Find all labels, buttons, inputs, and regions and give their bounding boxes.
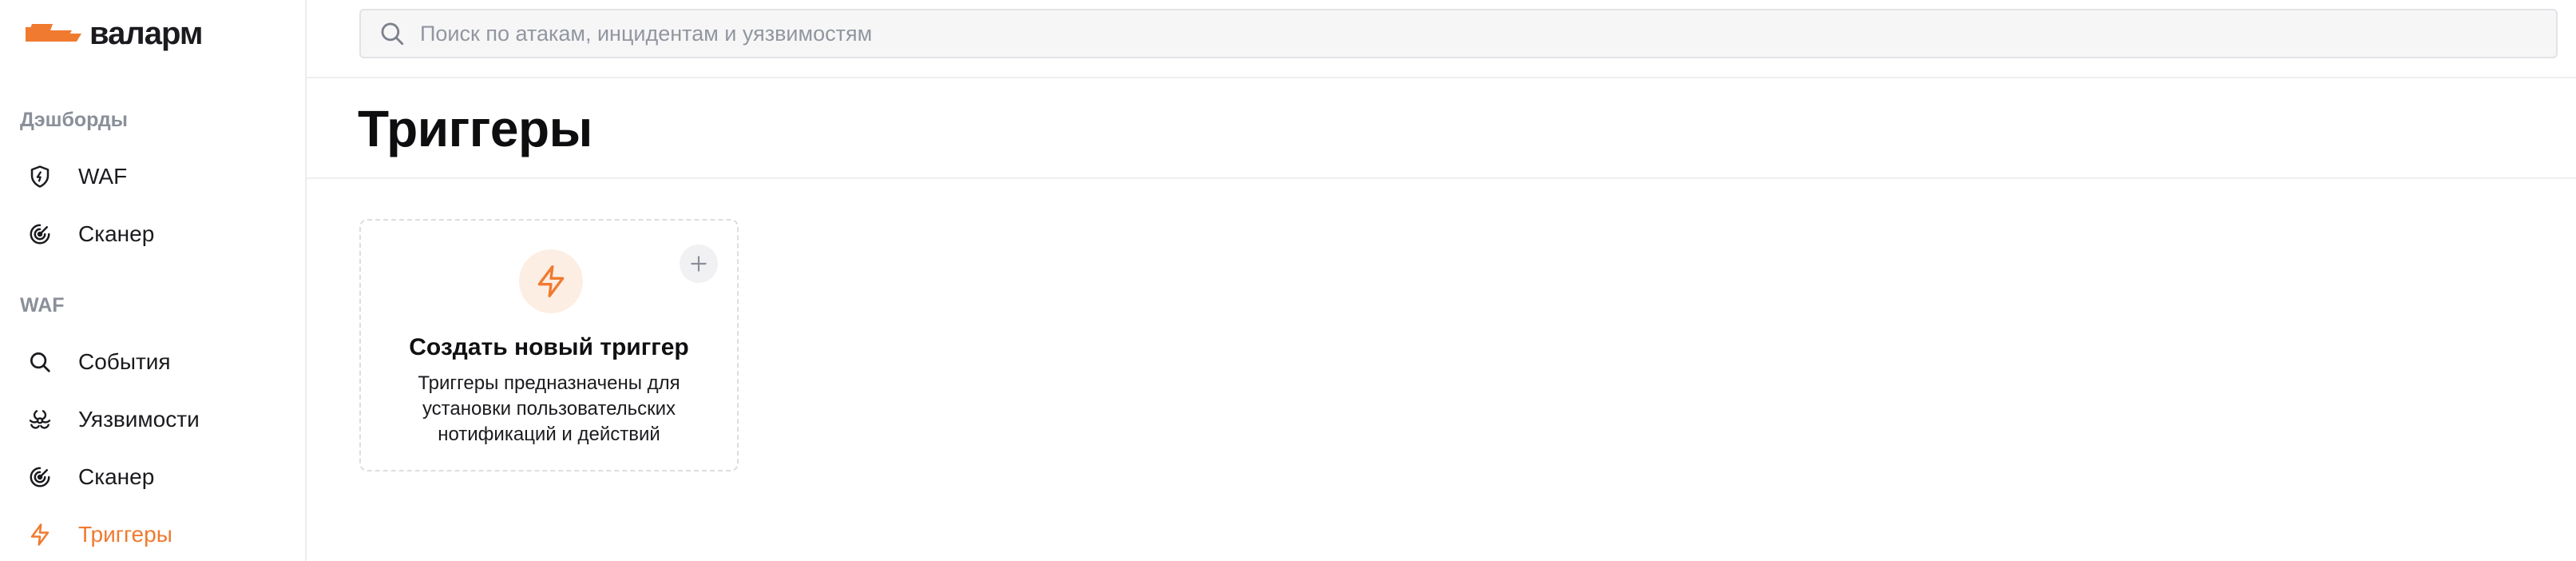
plus-icon [691,256,707,272]
scanner-icon [24,461,56,493]
sidebar-item-label: Сканер [78,221,155,246]
sidebar-item-events[interactable]: События [24,340,287,384]
lightning-icon [537,265,565,297]
sidebar-section-title-waf: WAF [20,294,65,316]
search-icon [381,22,404,46]
title-divider [307,177,2576,179]
sidebar-section-title-dashboards: Дэшборды [20,109,129,131]
sidebar-item-dashboard-scanner[interactable]: Сканер [24,212,287,257]
brand-name: валарм [89,15,203,51]
create-trigger-card[interactable]: Создать новый триггер Триггеры предназна… [359,219,739,471]
create-trigger-description: Триггеры предназначены для установки пол… [418,372,680,445]
create-trigger-title: Создать новый триггер [409,334,689,360]
lightning-icon [24,519,56,551]
sidebar-item-label: Уязвимости [78,407,200,432]
search-input[interactable] [418,20,2498,47]
sidebar-item-dashboard-waf[interactable]: WAF [24,154,287,199]
sidebar-item-vulnerabilities[interactable]: Уязвимости [24,397,287,442]
shield-icon [24,161,56,193]
sidebar-item-label: Сканер [78,464,155,489]
add-trigger-button[interactable] [680,245,718,283]
sidebar-item-label: WAF [78,164,128,189]
page-title: Триггеры [358,100,592,157]
sidebar: валарм Дэшборды WAF Сканер WAF События У… [0,0,307,561]
sidebar-item-scanner[interactable]: Сканер [24,455,287,499]
biohazard-icon [24,404,56,436]
card-icon-circle [519,249,583,313]
brand-logo-icon [26,24,81,42]
header-divider [307,77,2576,78]
brand-logo[interactable]: валарм [26,15,203,51]
global-search[interactable] [359,9,2558,58]
sidebar-item-label: Триггеры [78,522,172,547]
app-root: валарм Дэшборды WAF Сканер WAF События У… [0,0,2576,561]
sidebar-item-label: События [78,349,171,374]
search-icon [24,346,56,378]
scanner-icon [24,218,56,250]
sidebar-item-triggers[interactable]: Триггеры [24,512,287,557]
